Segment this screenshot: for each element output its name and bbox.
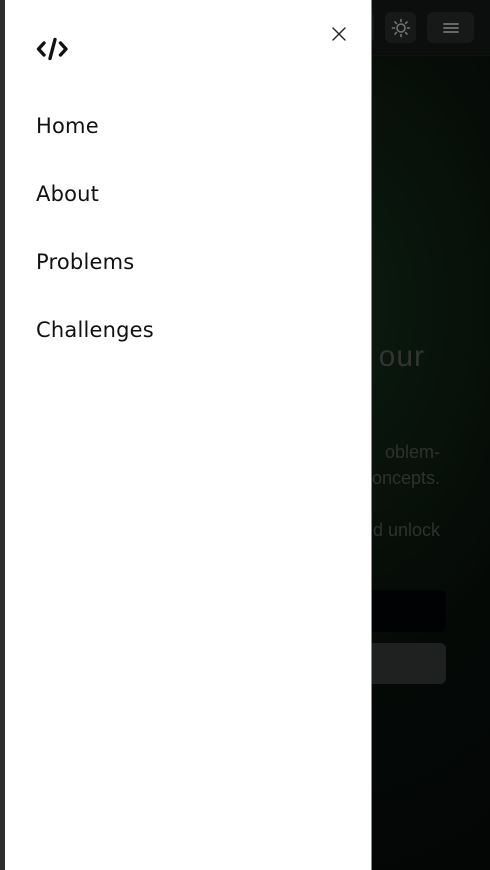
nav-item-home[interactable]: Home [36,108,154,176]
close-button[interactable] [327,22,351,46]
nav-item-challenges[interactable]: Challenges [36,312,154,380]
nav-item-problems[interactable]: Problems [36,244,154,312]
code-brackets-icon [36,37,68,61]
nav-item-about[interactable]: About [36,176,154,244]
navigation-drawer: Home About Problems Challenges [5,0,372,870]
logo[interactable] [36,36,70,62]
close-icon [332,27,346,41]
drawer-nav: Home About Problems Challenges [36,108,154,380]
